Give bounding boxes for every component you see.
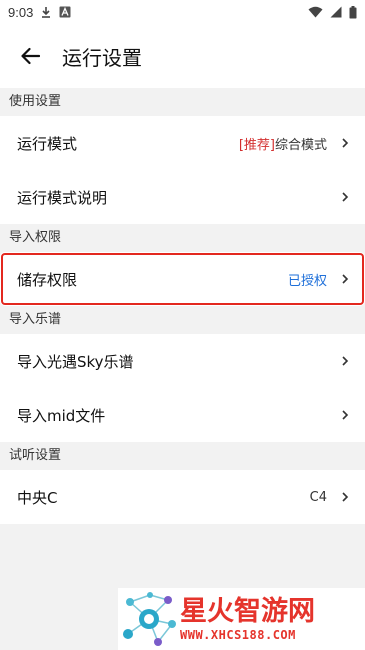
download-icon [40, 6, 52, 18]
storage-permission-row[interactable]: 储存权限 已授权 [0, 252, 365, 306]
chevron-right-icon [341, 409, 349, 421]
section-header-preview: 试听设置 [0, 442, 365, 470]
middle-c-row[interactable]: 中央C C4 [0, 470, 365, 524]
network-logo-icon [123, 592, 176, 646]
run-mode-row[interactable]: 运行模式 [推荐]综合模式 [0, 116, 365, 170]
status-left: 9:03 [8, 5, 71, 20]
storage-permission-label: 储存权限 [17, 270, 78, 289]
storage-permission-status: 已授权 [287, 273, 327, 289]
status-time: 9:03 [8, 4, 34, 20]
recommended-tag: [推荐] [238, 137, 275, 153]
section-header-usage: 使用设置 [0, 88, 365, 116]
section-header-permissions: 导入权限 [0, 224, 365, 252]
font-app-icon [59, 6, 71, 18]
app-screen: 9:03 运行设置 使用设置 运行模式 [推荐]综合模式 运行模式说明 导入权限… [0, 0, 365, 650]
run-mode-value-text: 综合模式 [274, 137, 327, 153]
import-sky-score-label: 导入光遇Sky乐谱 [17, 352, 134, 371]
watermark-title: 星火智游网 [180, 596, 315, 627]
middle-c-label: 中央C [17, 488, 58, 507]
run-mode-help-row[interactable]: 运行模式说明 [0, 170, 365, 224]
back-button[interactable] [16, 42, 44, 70]
import-mid-row[interactable]: 导入mid文件 [0, 388, 365, 442]
chevron-right-icon [341, 191, 349, 203]
section-header-import-score: 导入乐谱 [0, 306, 365, 334]
toolbar: 运行设置 [0, 24, 365, 88]
watermark: 星火智游网 WWW.XHCS188.COM [118, 588, 365, 650]
run-mode-help-label: 运行模式说明 [17, 188, 108, 207]
arrow-left-icon [21, 47, 40, 65]
import-mid-label: 导入mid文件 [17, 406, 106, 425]
watermark-text: 星火智游网 WWW.XHCS188.COM [180, 596, 315, 642]
middle-c-value: C4 [309, 489, 327, 505]
chevron-right-icon [341, 273, 349, 285]
chevron-right-icon [341, 491, 349, 503]
status-bar: 9:03 [0, 0, 365, 24]
battery-icon [349, 5, 357, 19]
import-sky-score-row[interactable]: 导入光遇Sky乐谱 [0, 334, 365, 388]
status-right [308, 5, 357, 19]
chevron-right-icon [341, 355, 349, 367]
watermark-url: WWW.XHCS188.COM [180, 628, 296, 642]
page-title: 运行设置 [62, 45, 142, 70]
run-mode-label: 运行模式 [17, 134, 78, 153]
run-mode-value: [推荐]综合模式 [239, 134, 327, 153]
chevron-right-icon [341, 137, 349, 149]
wifi-icon [308, 6, 323, 18]
signal-icon [330, 6, 342, 18]
